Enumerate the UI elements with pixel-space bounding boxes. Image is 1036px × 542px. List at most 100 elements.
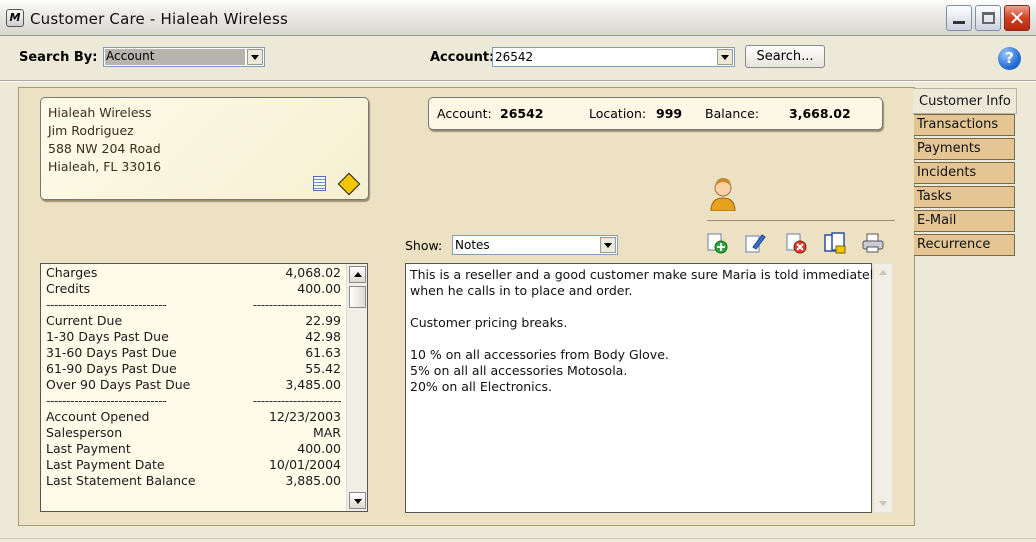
balance-label: Last Payment <box>46 441 131 456</box>
summary-account-label: Account: <box>437 106 492 121</box>
balance-value: 12/23/2003 <box>268 409 341 424</box>
balance-label: 1-30 Days Past Due <box>46 329 169 344</box>
tab-tasks[interactable]: Tasks <box>914 186 1015 208</box>
delete-note-icon[interactable] <box>785 232 807 254</box>
balance-label: Credits <box>46 281 91 296</box>
toolbar-divider <box>707 220 895 221</box>
balance-row: 31-60 Days Past Due 61.63 <box>46 345 341 361</box>
balance-value: 22.99 <box>305 313 341 328</box>
person-icon <box>710 178 736 211</box>
scroll-thumb[interactable] <box>349 286 366 308</box>
balance-label: Charges <box>46 265 98 280</box>
balance-row: Over 90 Days Past Due 3,485.00 <box>46 377 341 393</box>
balance-value: 61.63 <box>305 345 341 360</box>
contact-name: Jim Rodriguez <box>48 123 134 138</box>
summary-balance-label: Balance: <box>705 106 760 121</box>
maximize-button[interactable] <box>975 5 1001 31</box>
balance-label: Salesperson <box>46 425 123 440</box>
balance-value: 4,068.02 <box>285 265 341 280</box>
scroll-down-button[interactable] <box>349 492 366 509</box>
tab-recurrence[interactable]: Recurrence <box>914 234 1015 256</box>
chevron-down-icon[interactable] <box>717 49 733 65</box>
account-value[interactable]: 26542 <box>495 50 533 64</box>
balance-divider: ------------------------------ ----------… <box>46 393 342 409</box>
balance-value: 55.42 <box>305 361 341 376</box>
city-state-zip: Hialeah, FL 33016 <box>48 159 162 174</box>
close-icon: ✕ <box>1008 6 1026 30</box>
summary-location-value: 999 <box>656 106 683 121</box>
balance-label: Account Opened <box>46 409 150 424</box>
tab-e-mail[interactable]: E-Mail <box>914 210 1015 232</box>
balance-value: 42.98 <box>305 329 341 344</box>
note-line: 5% on all all accessories Motosola. <box>410 363 628 378</box>
search-by-value: Account <box>105 49 245 65</box>
show-value: Notes <box>455 238 490 252</box>
balance-value: 3,885.00 <box>285 473 341 488</box>
balance-label: Last Statement Balance <box>46 473 196 488</box>
separator <box>0 80 1036 82</box>
notes-textarea[interactable]: This is a reseller and a good customer m… <box>405 263 881 513</box>
tab-transactions[interactable]: Transactions <box>914 114 1015 136</box>
minimize-button[interactable] <box>946 5 972 31</box>
balance-value: ---------------------- <box>252 393 342 408</box>
window-title: Customer Care - Hialeah Wireless <box>30 10 288 28</box>
search-by-label: Search By: <box>19 50 98 65</box>
balance-label: ------------------------------ <box>46 393 167 408</box>
balance-label: Over 90 Days Past Due <box>46 377 191 392</box>
account-summary-card: Account: 26542 Location: 999 Balance: 3,… <box>428 97 883 130</box>
note-line: Customer pricing breaks. <box>410 315 568 330</box>
balance-value: MAR <box>312 425 341 440</box>
show-dropdown[interactable]: Notes <box>452 235 618 255</box>
app-icon: M <box>6 9 24 27</box>
company-name: Hialeah Wireless <box>48 105 152 120</box>
street-address: 588 NW 204 Road <box>48 141 161 156</box>
balance-row: Last Statement Balance 3,885.00 <box>46 473 341 489</box>
balance-value: ---------------------- <box>252 297 342 312</box>
directions-icon[interactable] <box>337 172 361 196</box>
document-icon[interactable] <box>313 176 326 191</box>
add-note-icon[interactable] <box>706 232 728 254</box>
balance-row: Account Opened 12/23/2003 <box>46 409 341 425</box>
show-label: Show: <box>405 238 443 253</box>
help-icon[interactable]: ? <box>998 47 1021 70</box>
summary-location-label: Location: <box>589 106 647 121</box>
title-bar: M Customer Care - Hialeah Wireless ✕ <box>0 0 1036 36</box>
copy-note-icon[interactable] <box>824 232 846 254</box>
note-line: when he calls in to place and order. <box>410 283 633 298</box>
scroll-down-icon[interactable] <box>879 501 887 506</box>
notes-scrollbar[interactable] <box>873 263 893 513</box>
chevron-down-icon[interactable] <box>600 237 616 253</box>
note-line: 10 % on all accessories from Body Glove. <box>410 347 669 362</box>
close-button[interactable]: ✕ <box>1004 5 1030 31</box>
tab-payments[interactable]: Payments <box>914 138 1015 160</box>
search-by-dropdown[interactable]: Account <box>103 47 265 67</box>
balance-row: Credits 400.00 <box>46 281 341 297</box>
note-line: This is a reseller and a good customer m… <box>410 267 881 282</box>
scroll-up-button[interactable] <box>349 266 366 283</box>
print-icon[interactable] <box>862 232 884 254</box>
balance-value: 10/01/2004 <box>268 457 341 472</box>
balance-label: Last Payment Date <box>46 457 165 472</box>
summary-balance-value: 3,668.02 <box>789 106 851 121</box>
chevron-down-icon[interactable] <box>247 49 263 65</box>
balance-value: 400.00 <box>297 441 341 456</box>
balance-row: 1-30 Days Past Due 42.98 <box>46 329 341 345</box>
edit-note-icon[interactable] <box>744 232 766 254</box>
balance-scrollbar[interactable] <box>346 264 367 511</box>
status-strip <box>0 538 1036 542</box>
balance-row: Last Payment 400.00 <box>46 441 341 457</box>
balance-label: ------------------------------ <box>46 297 167 312</box>
scroll-up-icon[interactable] <box>879 270 887 275</box>
tab-incidents[interactable]: Incidents <box>914 162 1015 184</box>
minimize-icon <box>953 21 965 24</box>
account-dropdown[interactable]: 26542 <box>492 47 735 67</box>
balance-row: 61-90 Days Past Due 55.42 <box>46 361 341 377</box>
balance-list[interactable]: Charges 4,068.02 Credits 400.00 ------------… <box>40 263 368 512</box>
summary-account-value: 26542 <box>500 106 544 121</box>
balance-row: Current Due 22.99 <box>46 313 341 329</box>
balance-label: 61-90 Days Past Due <box>46 361 177 376</box>
balance-row: Salesperson MAR <box>46 425 341 441</box>
balance-value: 3,485.00 <box>285 377 341 392</box>
tab-customer-info[interactable]: Customer Info <box>913 88 1017 114</box>
search-button[interactable]: Search... <box>745 45 825 68</box>
